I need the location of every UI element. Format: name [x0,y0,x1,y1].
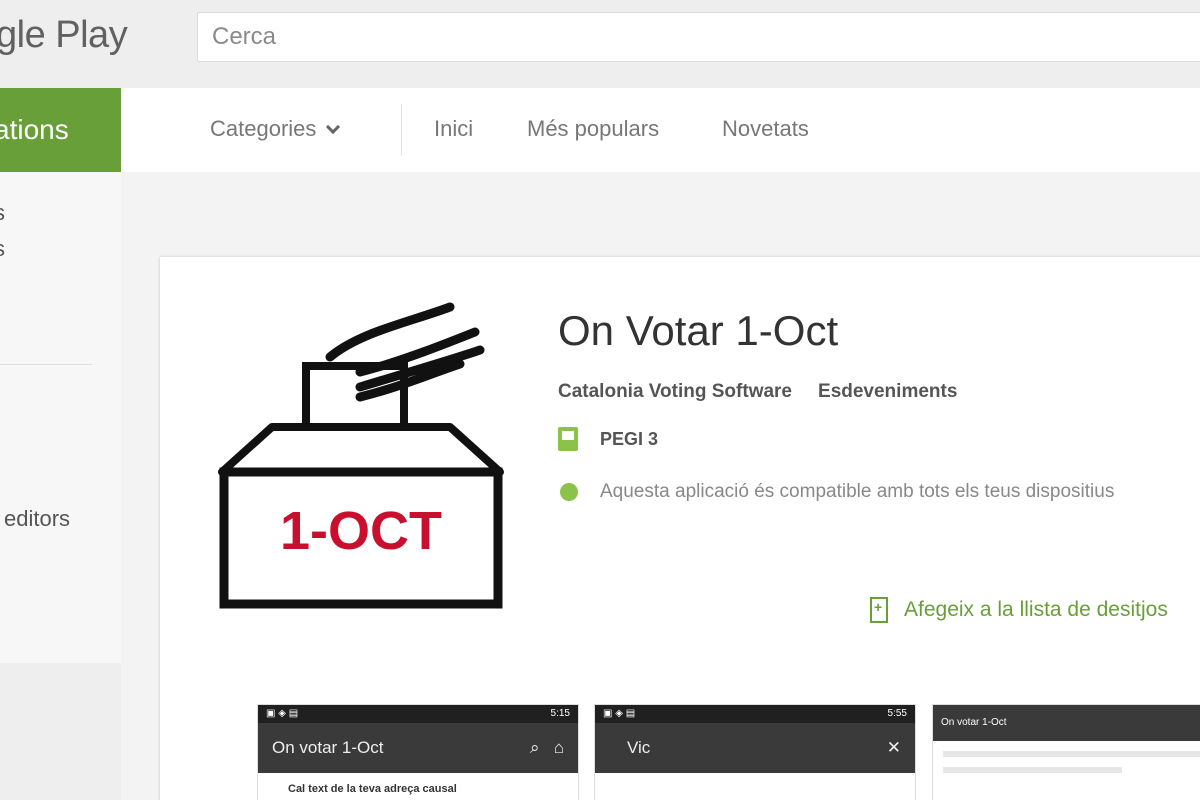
categories-dropdown[interactable]: Categories [210,116,341,142]
category-link[interactable]: Esdeveniments [818,381,957,402]
sidebar-item-editors[interactable]: editors [4,506,70,532]
status-time: 5:15 [550,708,570,719]
screenshot-toolbar: On votar 1-Oct ⌕ ⌂ [258,723,578,773]
tab-new-releases[interactable]: Novetats [722,116,809,142]
chevron-down-icon [326,119,341,135]
screenshot-title: Vic [627,738,651,757]
ballot-box-app-icon [218,302,504,609]
app-screenshot[interactable]: ▣ ◈ ▤ 5:15 On votar 1-Oct ⌕ ⌂ Cal text de… [257,704,579,800]
google-play-logo[interactable]: gle Play [0,14,128,57]
content-rating-label: PEGI 3 [600,428,659,449]
category-nav: Categories Inici Més populars Novetats [121,88,1200,172]
app-icon-label: 1-OCT [280,501,442,561]
pegi-icon [558,427,578,451]
compatibility-notice: Aquesta aplicació és compatible amb tots… [558,481,1114,503]
screenshot-toolbar: Vic ✕ [595,723,915,773]
top-bar: gle Play [0,0,1200,88]
compatibility-text: Aquesta aplicació és compatible amb tots… [600,481,1115,502]
developer-link[interactable]: Catalonia Voting Software [558,381,792,402]
tab-top-charts[interactable]: Més populars [527,116,659,142]
close-icon: ✕ [886,738,901,757]
tab-home[interactable]: Inici [434,116,473,142]
screenshot-title: On votar 1-Oct [941,717,1007,728]
screenshot-title: On votar 1-Oct [272,738,384,757]
bookmark-add-icon [870,597,888,623]
placeholder-line [943,751,1200,757]
search-box[interactable] [197,12,1200,62]
status-bar: ▣ ◈ ▤ 5:15 [258,705,578,723]
placeholder-line [943,767,1122,773]
check-circle-icon [560,483,578,501]
sidebar-item-fragment[interactable]: s [0,200,5,226]
screenshot-text: Cal text de la teva adreça causal [288,783,457,795]
sidebar-item-fragment[interactable]: s [0,236,5,262]
content-rating: PEGI 3 [558,427,658,451]
add-to-wishlist-button[interactable]: Afegeix a la llista de desitjos [870,597,1168,623]
search-and-home-icons: ⌕ ⌂ [530,738,564,757]
app-screenshot[interactable]: ▣ ◈ ▤ 5:55 Vic ✕ [594,704,916,800]
status-bar: ▣ ◈ ▤ 5:55 [595,705,915,723]
search-input[interactable] [198,13,1200,61]
categories-label: Categories [210,116,317,141]
app-title: On Votar 1-Oct [558,307,839,354]
app-screenshot[interactable]: On votar 1-Oct [932,704,1200,800]
sidebar-lower-panel [0,663,121,800]
status-time: 5:55 [887,708,907,719]
app-meta: Catalonia Voting Software Esdeveniments [558,381,983,403]
app-details-card: 1-OCT On Votar 1-Oct Catalonia Voting So… [160,257,1200,800]
wishlist-label: Afegeix a la llista de desitjos [904,598,1168,621]
nav-divider [401,104,402,156]
screenshot-toolbar: On votar 1-Oct [933,705,1200,741]
left-sidebar: ations s s editors [0,88,121,800]
sidebar-divider [0,364,92,365]
sidebar-item-applications[interactable]: ations [0,88,121,172]
